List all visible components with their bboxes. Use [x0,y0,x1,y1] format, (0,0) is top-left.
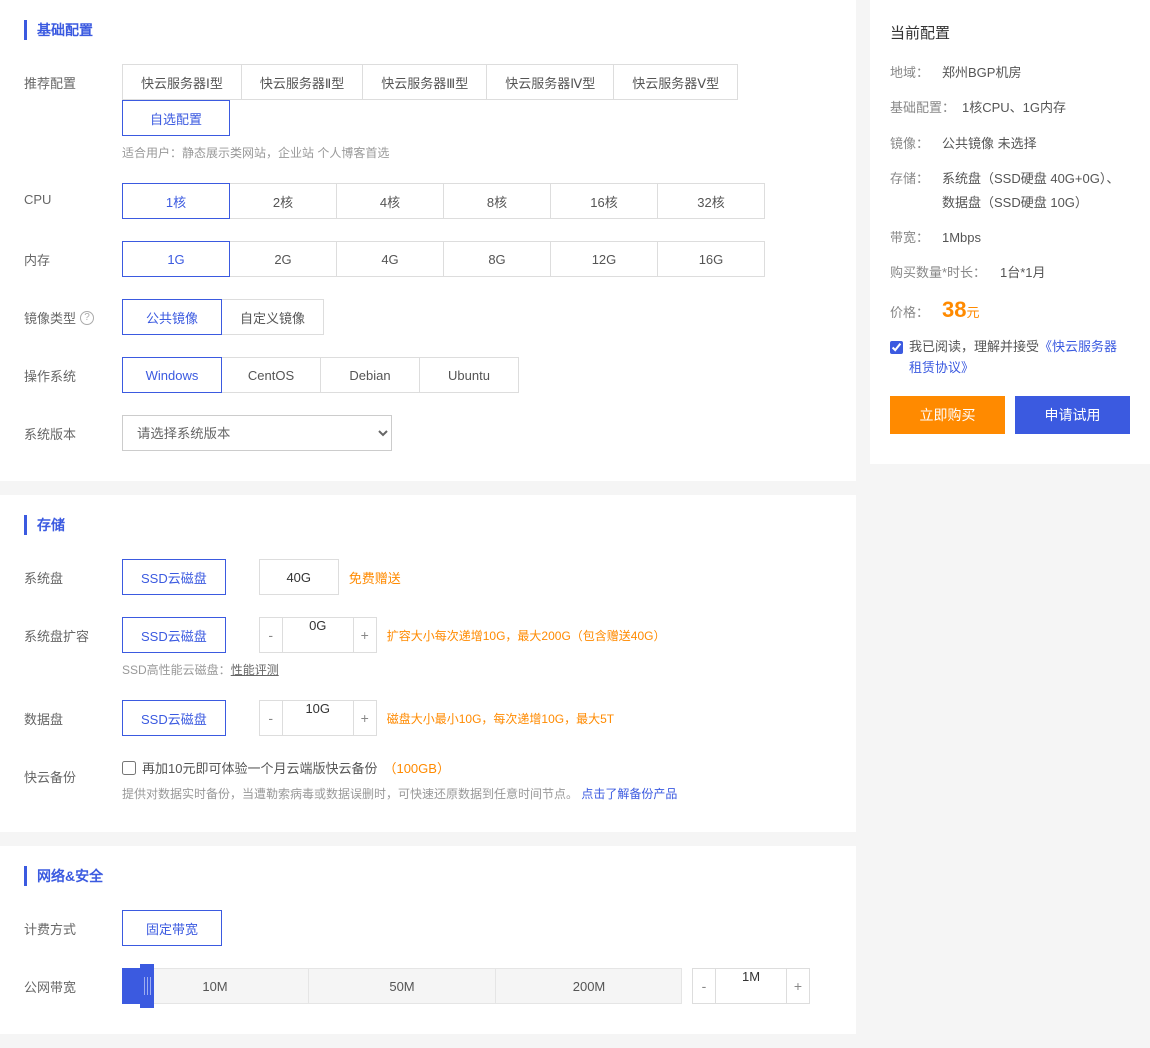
option-memory-group-4[interactable]: 12G [550,241,658,277]
option-memory-group-5[interactable]: 16G [657,241,765,277]
price-value: 38 [942,297,966,323]
option-cpu-group-4[interactable]: 16核 [550,183,658,219]
section-title-network: 网络&安全 [24,866,832,886]
agree-checkbox[interactable] [890,341,903,354]
backup-learn-link[interactable]: 点击了解备份产品 [581,787,677,801]
option-imagetype-group-1[interactable]: 自定义镜像 [221,299,324,335]
sysdisk-size: 40G [259,559,339,595]
option-recommend-group-4[interactable]: 快云服务器Ⅴ型 [613,64,738,100]
option-recommend-group-3[interactable]: 快云服务器Ⅳ型 [486,64,614,100]
sysdisk-ext-hint: 扩容大小每次递增10G，最大200G（包含赠送40G） [387,627,666,644]
option-recommend-group-2[interactable]: 快云服务器Ⅲ型 [362,64,487,100]
help-icon[interactable]: ? [80,311,94,325]
option-recommend-group-0[interactable]: 快云服务器Ⅰ型 [122,64,242,100]
minus-button[interactable]: - [692,968,716,1004]
ssd-disk-option-ext[interactable]: SSD云磁盘 [122,617,226,653]
datadisk-stepper[interactable]: - 10G + [259,700,377,736]
label-backup: 快云备份 [24,758,122,786]
storage-panel: 存储 系统盘 SSD云磁盘 40G 免费赠送 系统盘扩容 SSD云磁盘 - 0G… [0,495,856,832]
slider-handle[interactable] [140,964,154,1008]
plus-button[interactable]: + [353,700,377,736]
buy-button[interactable]: 立即购买 [890,396,1005,434]
label-sysdisk: 系统盘 [24,559,122,587]
option-recommend-group-1[interactable]: 快云服务器Ⅱ型 [241,64,363,100]
label-sysver: 系统版本 [24,415,122,443]
recommend-hint: 适合用户：静态展示类网站，企业站 个人博客首选 [122,144,832,161]
bandwidth-slider[interactable]: 10M50M200M [122,968,682,1004]
trial-button[interactable]: 申请试用 [1015,396,1130,434]
option-os-group-3[interactable]: Ubuntu [419,357,519,393]
option-recommend-group-5[interactable]: 自选配置 [122,100,230,136]
minus-button[interactable]: - [259,700,283,736]
minus-button[interactable]: - [259,617,283,653]
option-os-group-0[interactable]: Windows [122,357,222,393]
summary-sidebar: 当前配置 地域：郑州BGP机房 基础配置：1核CPU、1G内存 镜像：公共镜像 … [870,0,1150,464]
option-cpu-group-2[interactable]: 4核 [336,183,444,219]
label-cpu: CPU [24,183,122,207]
plus-button[interactable]: + [786,968,810,1004]
perf-link[interactable]: 性能评测 [231,663,279,677]
label-bandwidth: 公网带宽 [24,968,122,996]
option-memory-group-1[interactable]: 2G [229,241,337,277]
label-memory: 内存 [24,241,122,269]
label-recommend: 推荐配置 [24,64,122,92]
option-cpu-group-1[interactable]: 2核 [229,183,337,219]
plus-button[interactable]: + [353,617,377,653]
option-memory-group-0[interactable]: 1G [122,241,230,277]
label-os: 操作系统 [24,357,122,385]
basic-config-panel: 基础配置 推荐配置 快云服务器Ⅰ型快云服务器Ⅱ型快云服务器Ⅲ型快云服务器Ⅳ型快云… [0,0,856,481]
option-memory-group-3[interactable]: 8G [443,241,551,277]
bandwidth-stepper[interactable]: - 1M + [692,968,810,1004]
label-billing: 计费方式 [24,910,122,938]
label-image-type: 镜像类型 ? [24,299,122,327]
backup-checkbox[interactable] [122,761,136,775]
option-imagetype-group-0[interactable]: 公共镜像 [122,299,222,335]
ssd-disk-option[interactable]: SSD云磁盘 [122,559,226,595]
network-panel: 网络&安全 计费方式 固定带宽 公网带宽 10M50M200M - 1M + [0,846,856,1034]
section-title-basic: 基础配置 [24,20,832,40]
option-cpu-group-0[interactable]: 1核 [122,183,230,219]
datadisk-hint: 磁盘大小最小10G，每次递增10G，最大5T [387,710,614,727]
option-cpu-group-5[interactable]: 32核 [657,183,765,219]
system-version-select[interactable]: 请选择系统版本 [122,415,392,451]
ssd-disk-option-data[interactable]: SSD云磁盘 [122,700,226,736]
label-datadisk: 数据盘 [24,700,122,728]
side-title: 当前配置 [890,22,1130,43]
section-title-storage: 存储 [24,515,832,535]
agree-label[interactable]: 我已阅读，理解并接受《快云服务器租赁协议》 [890,337,1130,379]
backup-checkbox-label[interactable]: 再加10元即可体验一个月云端版快云备份 （100GB） [122,758,832,777]
option-cpu-group-3[interactable]: 8核 [443,183,551,219]
option-memory-group-2[interactable]: 4G [336,241,444,277]
sysdisk-ext-stepper[interactable]: - 0G + [259,617,377,653]
option-os-group-2[interactable]: Debian [320,357,420,393]
option-os-group-1[interactable]: CentOS [221,357,321,393]
label-sysdisk-ext: 系统盘扩容 [24,617,122,645]
sysdisk-gift: 免费赠送 [349,568,401,587]
option-billing-group-0[interactable]: 固定带宽 [122,910,222,946]
